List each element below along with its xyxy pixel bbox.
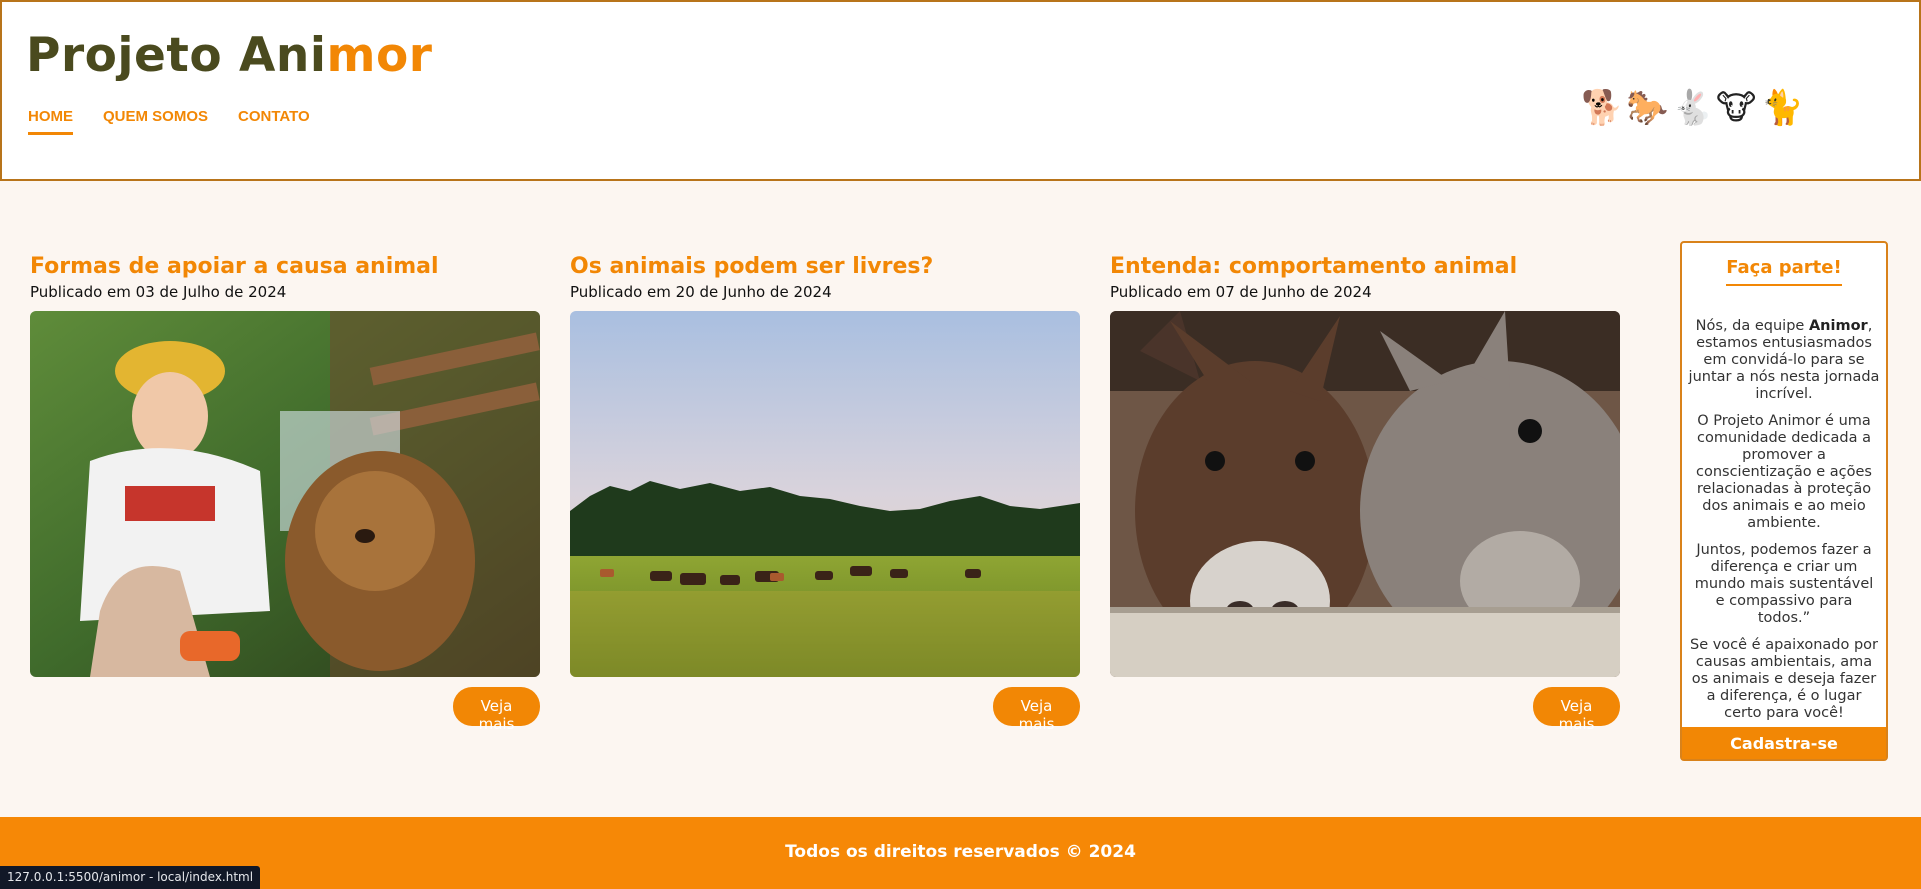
nav-quem-somos-link[interactable]: QUEM SOMOS (103, 108, 208, 135)
post-title[interactable]: Formas de apoiar a causa animal (30, 254, 540, 280)
nav-contato-link[interactable]: CONTATO (238, 108, 310, 135)
logo-text: Projeto Ani (26, 28, 327, 83)
footer-text: Todos os direitos reservados © 2024 (785, 842, 1136, 862)
sidebar-paragraph: O Projeto Animor é uma comunidade dedica… (1696, 413, 1872, 531)
animal-icons: 🐕 🐎 🐇 🐮 🐈 (1581, 88, 1804, 128)
veja-mais-button[interactable]: Veja mais (993, 687, 1080, 733)
post-date: Publicado em 20 de Junho de 2024 (570, 283, 832, 301)
dog-icon: 🐕 (1581, 88, 1624, 128)
post-image (1110, 311, 1620, 677)
site-header: Projeto Animor HOME QUEM SOMOS CONTATO 🐕… (0, 0, 1921, 181)
site-logo[interactable]: Projeto Animor (26, 28, 432, 83)
logo-accent-text: mor (326, 28, 433, 83)
post-card: Entenda: comportamento animal Publicado … (1110, 254, 1620, 733)
post-image (30, 311, 540, 677)
site-footer: Todos os direitos reservados © 2024 (0, 817, 1921, 889)
post-image (570, 311, 1080, 677)
veja-mais-button[interactable]: Veja mais (453, 687, 540, 733)
sidebar-title: Faça parte! (1682, 257, 1886, 286)
post-title[interactable]: Entenda: comportamento animal (1110, 254, 1620, 280)
post-date: Publicado em 03 de Julho de 2024 (30, 283, 287, 301)
sidebar-paragraph: Se você é apaixonado por causas ambienta… (1689, 637, 1879, 721)
donkeys-image (1110, 311, 1620, 677)
browser-status-bar: 127.0.0.1:5500/animor - local/index.html (0, 866, 261, 889)
child-with-dog-image (30, 311, 540, 677)
rabbit-icon: 🐇 (1671, 88, 1714, 128)
post-card: Os animais podem ser livres? Publicado e… (570, 254, 1080, 733)
nav-home-link[interactable]: HOME (28, 108, 73, 135)
horse-icon: 🐎 (1626, 88, 1669, 128)
main-nav: HOME QUEM SOMOS CONTATO (28, 108, 310, 135)
cat-icon: 🐈 (1761, 88, 1804, 128)
veja-mais-button[interactable]: Veja mais (1533, 687, 1620, 733)
sidebar-paragraph: Juntos, podemos fazer a diferença e cria… (1694, 542, 1874, 626)
sidebar-paragraph: Nós, da equipe Animor, estamos entusiasm… (1688, 318, 1880, 402)
post-date: Publicado em 07 de Junho de 2024 (1110, 283, 1372, 301)
cattle-field-image (570, 311, 1080, 677)
join-sidebar: Faça parte! Nós, da equipe Animor, estam… (1680, 241, 1888, 761)
cow-icon: 🐮 (1716, 88, 1757, 128)
post-card: Formas de apoiar a causa animal Publicad… (30, 254, 540, 733)
sidebar-text: Nós, da equipe Animor, estamos entusiasm… (1682, 286, 1886, 722)
signup-button[interactable]: Cadastra-se (1682, 727, 1886, 759)
post-title[interactable]: Os animais podem ser livres? (570, 254, 1080, 280)
